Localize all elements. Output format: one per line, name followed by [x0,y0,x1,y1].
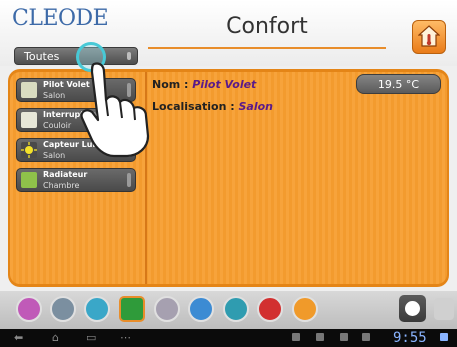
house-thermometer-icon [418,25,440,47]
radiator-icon [21,172,37,188]
cleode-logo: CLEODE [12,6,109,31]
screen-icon[interactable] [223,296,249,322]
temperature-display: 19.5 °C [356,74,441,94]
person-icon[interactable] [292,296,318,322]
shutter-icon [21,82,37,98]
device-location: Couloir [43,121,72,130]
recent-apps-icon[interactable]: ▭ [86,331,96,344]
settings-button[interactable] [399,295,426,322]
apps-grid-icon[interactable]: ⋯ [120,331,131,344]
home-thermometer-button[interactable] [412,20,446,54]
download-icon [362,333,370,341]
room-filter-label: Toutes [24,50,60,63]
name-label: Nom : [152,78,193,91]
plug-icon[interactable] [119,296,145,322]
window-icon[interactable] [84,296,110,322]
alert-icon[interactable] [154,296,180,322]
media-icon[interactable] [16,296,42,322]
device-location: Chambre [43,181,80,190]
hand-pointer-icon [80,62,150,158]
device-location: Salon [43,151,66,160]
device-location-row: Localisation : Salon [152,100,273,113]
top-bar: CLEODE Confort Toutes [0,0,457,66]
drag-handle-icon[interactable] [127,173,131,187]
home-icon[interactable]: ⌂ [52,331,59,344]
system-bar: ⬅ ⌂ ▭ ⋯ 9:55 [0,329,457,347]
meter-icon[interactable] [50,296,76,322]
notification-icon [292,333,300,341]
location-value: Salon [238,100,274,113]
user-icon[interactable] [188,296,214,322]
power-button[interactable] [434,298,454,320]
page-title: Confort [226,14,308,39]
status-icon [340,333,348,341]
light-sensor-icon [21,142,37,158]
device-name-row: Nom : Pilot Volet [152,78,256,91]
alarm-icon[interactable] [257,296,283,322]
device-location: Salon [43,91,66,100]
wifi-icon [440,333,448,341]
device-item-radiateur[interactable]: Radiateur Chambre [16,168,136,192]
name-value: Pilot Volet [192,78,257,91]
device-name: Radiateur [43,170,88,179]
cog-icon [405,301,420,316]
dropdown-handle-icon [127,52,131,60]
switch-icon [21,112,37,128]
title-underline [148,47,386,49]
clock: 9:55 [393,330,427,346]
location-label: Localisation : [152,100,239,113]
back-icon[interactable]: ⬅ [14,331,23,344]
sync-icon [316,333,324,341]
